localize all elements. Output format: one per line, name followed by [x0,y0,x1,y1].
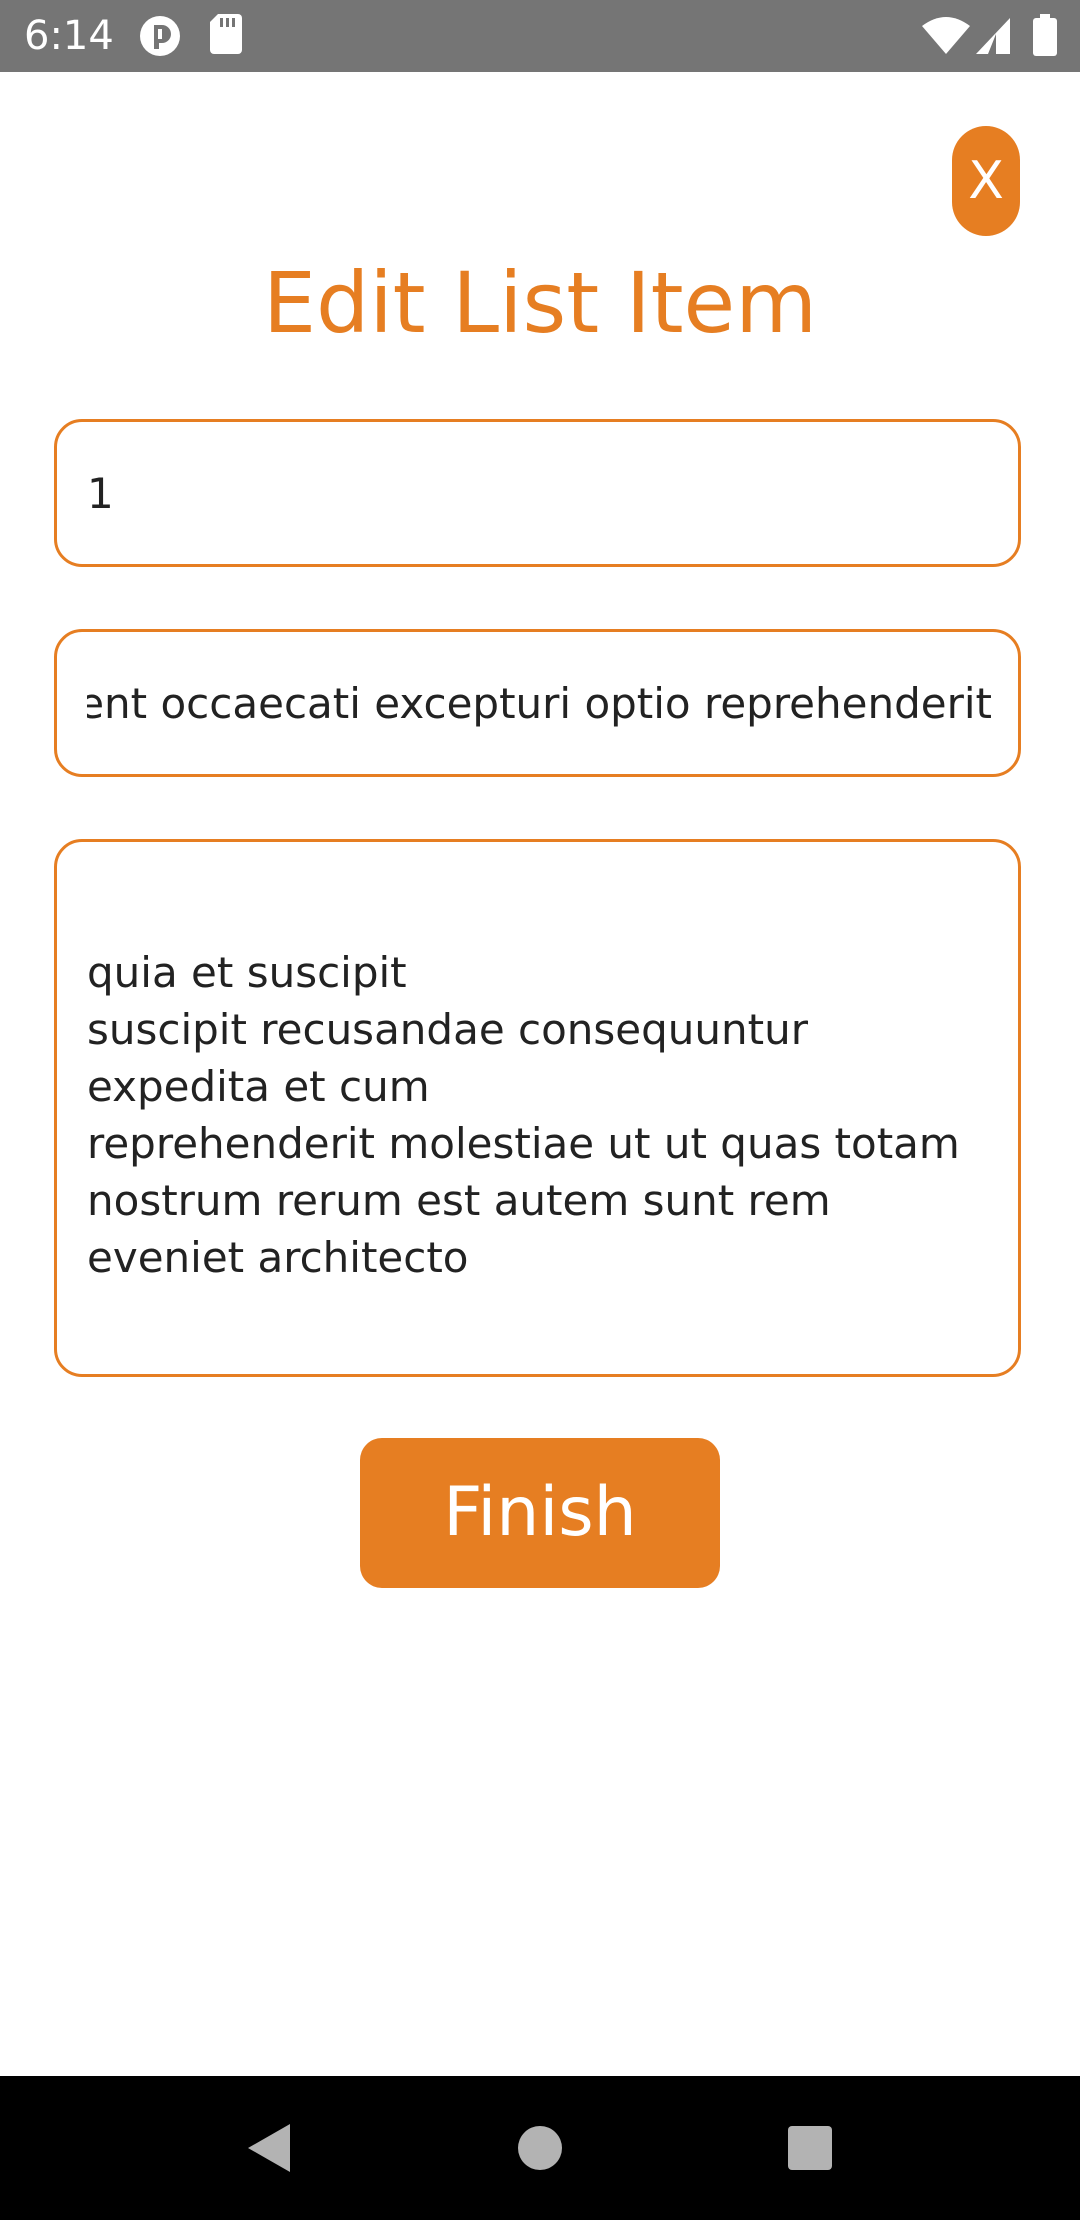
title-field-value: ent occaecati excepturi optio reprehende… [87,678,992,730]
sd-card-icon [210,14,242,54]
home-button[interactable] [470,2076,610,2220]
back-button[interactable] [200,2076,340,2220]
id-field-value: 1 [87,469,114,518]
id-field[interactable]: 1 [54,419,1021,567]
cell-signal-icon [974,16,1012,56]
battery-icon [1032,14,1058,56]
status-time: 6:14 [24,13,114,59]
page-title: Edit List Item [262,254,818,352]
title-field[interactable]: ent occaecati excepturi optio reprehende… [54,629,1021,777]
body-field-value: quia et suscipit suscipit recusandae con… [87,948,960,1282]
back-icon [248,2124,290,2172]
recents-icon [788,2126,832,2170]
app-notification-icon [138,14,182,58]
wifi-icon [922,16,970,56]
close-button[interactable]: X [952,126,1020,236]
status-bar: 6:14 [0,0,1080,72]
recents-button[interactable] [740,2076,880,2220]
home-icon [518,2126,562,2170]
navigation-bar [0,2076,1080,2220]
finish-button[interactable]: Finish [360,1438,720,1588]
body-field[interactable]: quia et suscipit suscipit recusandae con… [54,839,1021,1377]
title-field-visible-text: ent occaecati excepturi optio reprehende… [87,679,992,728]
